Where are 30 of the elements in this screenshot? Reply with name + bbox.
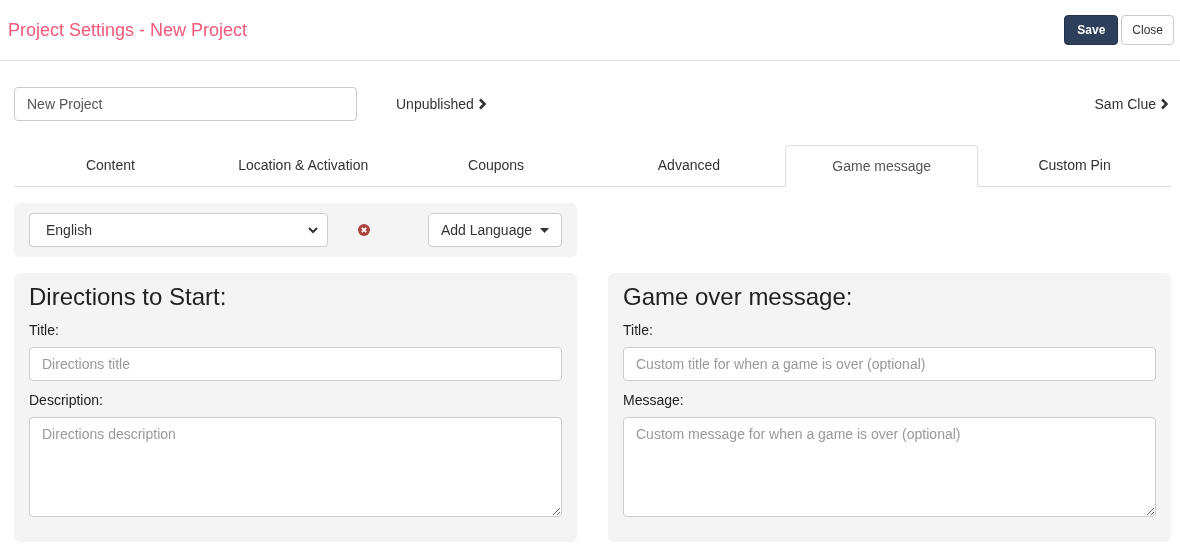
- save-button[interactable]: Save: [1064, 15, 1119, 45]
- tab[interactable]: Coupons: [399, 145, 593, 186]
- chevron-right-icon: [477, 98, 487, 110]
- language-select[interactable]: English: [29, 213, 328, 247]
- caret-icon: [540, 227, 549, 233]
- owner-link[interactable]: Sam Clue: [1094, 93, 1169, 115]
- input-field[interactable]: Directions title: [29, 347, 562, 381]
- project-name-field[interactable]: New Project: [14, 87, 357, 121]
- tab[interactable]: Advanced: [592, 145, 786, 186]
- field-label: Description:: [29, 391, 104, 410]
- field-label: Title:: [623, 321, 654, 340]
- panel-heading: Game over message:: [623, 283, 854, 311]
- add-language-button[interactable]: Add Language: [427, 213, 562, 247]
- language-value: English: [46, 220, 92, 240]
- textarea-field[interactable]: Custom message for when a game is over (optional): [623, 417, 1156, 517]
- close-button[interactable]: Close: [1121, 15, 1174, 45]
- field-label: Title:: [29, 321, 60, 340]
- status-link[interactable]: Unpublished: [396, 93, 487, 115]
- page-title: Project Settings - New Project: [8, 18, 248, 42]
- remove-icon[interactable]: [358, 224, 370, 236]
- chevron-down-icon: [307, 224, 319, 236]
- field-label: Message:: [623, 391, 685, 410]
- tab[interactable]: Custom Pin: [978, 145, 1171, 186]
- panel-heading: Directions to Start:: [29, 283, 228, 311]
- chevron-right-icon: [1160, 98, 1169, 110]
- tab[interactable]: Game message: [785, 145, 979, 187]
- textarea-field[interactable]: Directions description: [29, 417, 562, 517]
- tab[interactable]: Content: [14, 145, 207, 186]
- input-field[interactable]: Custom title for when a game is over (optional): [623, 347, 1156, 381]
- tab[interactable]: Location & Activation: [206, 145, 400, 186]
